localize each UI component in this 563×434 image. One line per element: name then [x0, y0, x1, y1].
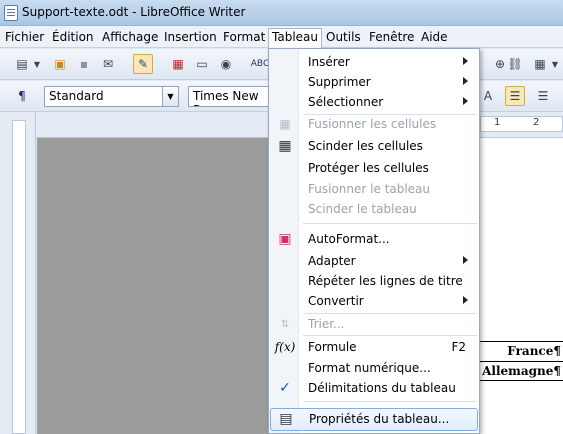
ruler-mark-2: 2: [533, 117, 540, 128]
menu-outils[interactable]: Outils: [323, 29, 364, 47]
menu-item-fusionner-tableau[interactable]: Fusionner le tableau: [270, 179, 478, 200]
ruler-mark-1: 1: [494, 117, 501, 128]
new-document-icon[interactable]: ▤: [12, 54, 32, 74]
menu-item-proteger-cellules[interactable]: Protéger les cellules: [270, 158, 478, 179]
email-icon[interactable]: ✉: [98, 54, 118, 74]
align-left-icon[interactable]: ☰: [505, 86, 525, 106]
hyperlink-icon[interactable]: ⛓: [505, 54, 525, 74]
open-folder-icon[interactable]: ▣: [50, 54, 70, 74]
table-cell-france[interactable]: France¶: [480, 341, 563, 361]
menu-aide[interactable]: Aide: [418, 29, 451, 47]
menu-item-formule[interactable]: f(x) Formule F2: [270, 337, 478, 358]
table-properties-icon: ▤: [279, 411, 293, 427]
menu-insertion[interactable]: Insertion: [161, 29, 220, 47]
export-pdf-icon[interactable]: ▦: [168, 54, 188, 74]
submenu-arrow-icon: [463, 256, 468, 264]
new-dropdown-arrow-icon[interactable]: ▼: [32, 54, 42, 74]
font-name-combo[interactable]: Times New Ro: [188, 86, 270, 107]
align-center-icon[interactable]: ☰: [533, 86, 553, 106]
font-color-icon[interactable]: A: [478, 86, 498, 106]
print-preview-icon[interactable]: ◉: [216, 54, 236, 74]
submenu-arrow-icon: [463, 77, 468, 85]
horizontal-ruler-scale: [480, 116, 563, 132]
menu-fenetre[interactable]: Fenêtre: [366, 29, 417, 47]
menu-item-format-numerique[interactable]: Format numérique...: [270, 358, 478, 379]
menu-separator: [303, 401, 477, 402]
table-dropdown-arrow-icon[interactable]: ▼: [550, 54, 560, 74]
vertical-ruler-scale: [12, 120, 26, 434]
menu-format[interactable]: Format: [220, 29, 268, 47]
menu-item-supprimer[interactable]: Supprimer: [270, 72, 478, 93]
print-icon[interactable]: ▭: [192, 54, 212, 74]
menu-item-autoformat[interactable]: ▣ AutoFormat...: [270, 229, 478, 250]
paragraph-style-combo[interactable]: Standard ▼: [44, 86, 179, 107]
document-page[interactable]: [478, 138, 563, 434]
menu-item-adapter[interactable]: Adapter: [270, 251, 478, 272]
writer-app-icon: [4, 5, 18, 21]
merge-cells-icon: ▦: [279, 117, 291, 131]
menu-affichage[interactable]: Affichage: [99, 29, 161, 47]
menu-item-convertir[interactable]: Convertir: [270, 291, 478, 312]
menu-tableau[interactable]: Tableau: [268, 28, 322, 48]
chevron-down-icon[interactable]: ▼: [162, 87, 178, 106]
save-icon[interactable]: ▪: [74, 54, 94, 74]
menu-item-inserer[interactable]: Insérer: [270, 52, 478, 73]
paragraph-style-value: Standard: [49, 89, 104, 103]
spellcheck-icon[interactable]: ABC: [250, 54, 270, 74]
menu-separator: [303, 335, 477, 336]
submenu-arrow-icon: [463, 97, 468, 105]
check-icon: ✓: [279, 380, 291, 396]
font-name-value: Times New Ro: [193, 89, 259, 106]
submenu-arrow-icon: [463, 296, 468, 304]
menu-item-trier[interactable]: ⇅ Trier...: [270, 314, 478, 335]
menu-item-scinder-cellules[interactable]: ▦ Scinder les cellules: [270, 136, 478, 157]
menu-item-fusionner-cellules[interactable]: ▦ Fusionner les cellules: [270, 114, 478, 135]
formula-shortcut: F2: [451, 340, 466, 354]
menu-fichier[interactable]: Fichier: [2, 29, 47, 47]
autoformat-icon: ▣: [278, 231, 292, 247]
menu-item-scinder-tableau[interactable]: Scinder le tableau: [270, 199, 478, 220]
menu-item-selectionner[interactable]: Sélectionner: [270, 92, 478, 113]
menu-item-repeter-titre[interactable]: Répéter les lignes de titre: [270, 271, 478, 292]
submenu-arrow-icon: [463, 57, 468, 65]
tableau-menu: Insérer Supprimer Sélectionner ▦ Fusionn…: [268, 48, 480, 434]
insert-table-icon[interactable]: ▦: [530, 54, 550, 74]
menu-bar: Fichier Édition Affichage Insertion Form…: [0, 26, 563, 48]
styles-formatting-icon[interactable]: ¶: [12, 86, 32, 106]
menu-item-proprietes-tableau[interactable]: ▤ Propriétés du tableau...: [270, 408, 478, 431]
table-cell-allemagne[interactable]: Allemagne¶: [480, 361, 563, 381]
split-cells-icon: ▦: [278, 138, 292, 154]
edit-mode-icon[interactable]: ✎: [133, 54, 153, 74]
sort-icon: ⇅: [280, 318, 290, 330]
menu-item-delimitations[interactable]: ✓ Délimitations du tableau: [270, 378, 478, 399]
menu-edition[interactable]: Édition: [49, 29, 97, 47]
formula-icon: f(x): [274, 340, 296, 354]
window-title: Support-texte.odt - LibreOffice Writer: [22, 5, 246, 19]
menu-separator: [303, 223, 477, 224]
